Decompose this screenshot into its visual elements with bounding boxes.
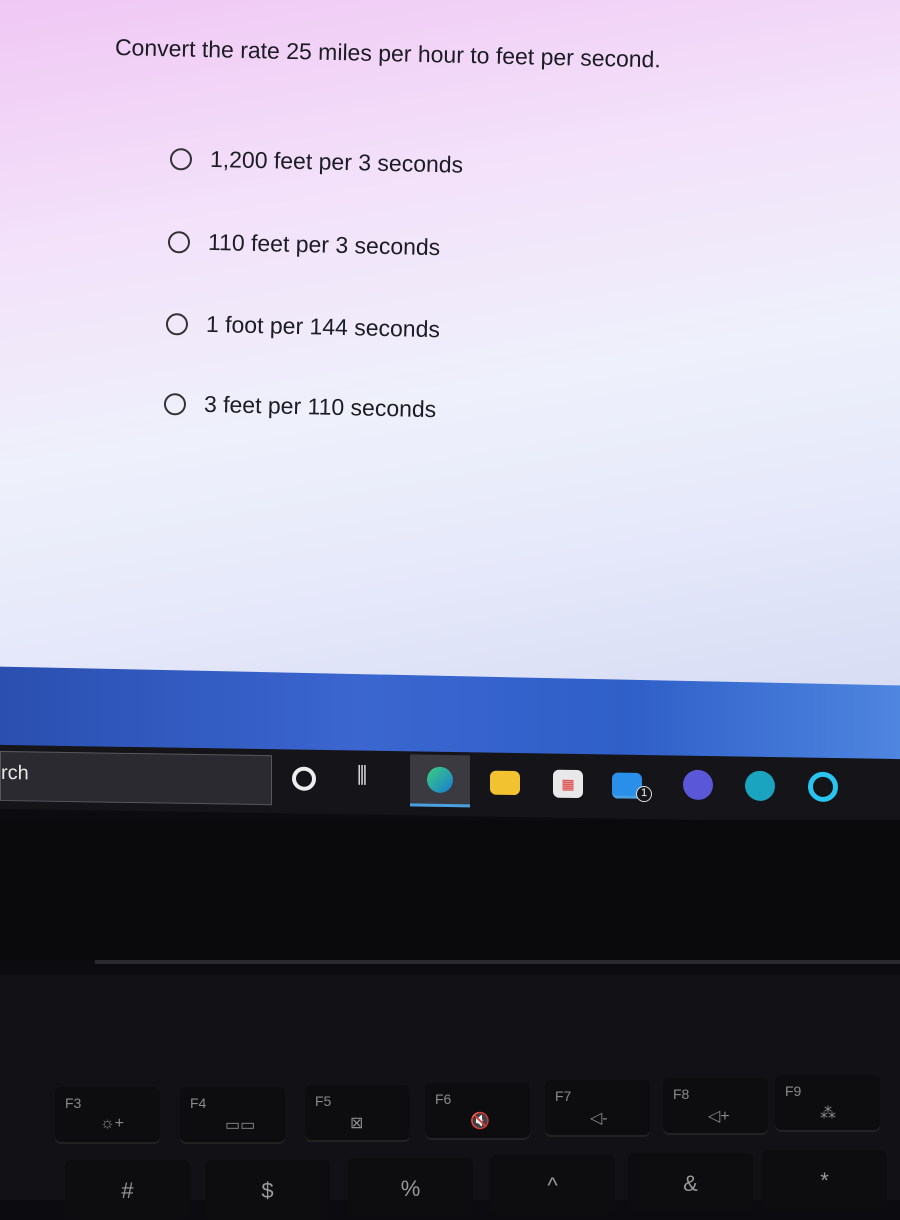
keyboard: F3 ☼+ F4 ▭▭ F5 ⊠ F6 🔇 F7 ◁- F8 ◁+ F9 ⁂ # $ % ^ … [0,975,900,1220]
search-box[interactable]: rch [0,750,272,806]
mail-badge: 1 [636,785,652,803]
laptop-hinge [95,960,900,964]
answer-option-1[interactable]: 1,200 feet per 3 seconds [169,145,464,179]
microsoft-store-icon[interactable]: ▦ [553,769,583,799]
key-f7[interactable]: F7 ◁- [545,1080,650,1135]
answer-option-3[interactable]: 1 foot per 144 seconds [165,310,441,343]
touchpad-off-icon: ⊠ [350,1115,364,1132]
alexa-icon[interactable] [808,771,838,803]
question-text: Convert the rate 25 miles per hour to fe… [114,34,662,73]
option-label: 1,200 feet per 3 seconds [209,145,464,178]
display-switch-icon: ▭▭ [225,1117,256,1134]
key-ampersand[interactable]: & [628,1153,753,1213]
volume-up-icon: ◁+ [708,1108,730,1125]
option-label: 3 feet per 110 seconds [203,390,437,423]
radio-button[interactable] [165,312,189,335]
key-percent[interactable]: % [348,1158,473,1218]
key-f6[interactable]: F6 🔇 [425,1083,530,1138]
keyboard-backlight-icon: ⁂ [820,1105,836,1122]
key-caret[interactable]: ^ [490,1155,615,1215]
radio-button[interactable] [167,230,191,253]
key-asterisk[interactable]: * [762,1150,887,1210]
app-purple-icon[interactable] [683,769,713,801]
brightness-up-icon: ☼+ [100,1115,125,1132]
edge-button[interactable] [410,754,470,808]
mute-icon: 🔇 [470,1113,490,1130]
option-label: 1 foot per 144 seconds [205,310,441,343]
key-dollar[interactable]: $ [205,1160,330,1220]
laptop-bezel [0,820,900,960]
radio-button[interactable] [163,392,187,415]
volume-down-icon: ◁- [590,1110,608,1127]
answer-option-2[interactable]: 110 feet per 3 seconds [167,228,441,261]
edge-icon [427,766,453,794]
key-f3[interactable]: F3 ☼+ [55,1087,160,1142]
key-f8[interactable]: F8 ◁+ [663,1078,768,1133]
option-label: 110 feet per 3 seconds [207,228,441,261]
taskbar: rch ⫼ ▦ 1 [0,744,900,824]
radio-button[interactable] [169,147,193,170]
file-explorer-icon[interactable] [490,770,520,796]
key-f4[interactable]: F4 ▭▭ [180,1087,285,1142]
browser-page: Convert the rate 25 miles per hour to fe… [0,0,900,700]
key-f9[interactable]: F9 ⁂ [775,1075,880,1130]
key-f5[interactable]: F5 ⊠ [305,1085,410,1140]
search-app-icon[interactable] [745,770,775,802]
task-view-icon[interactable]: ⫼ [357,763,387,793]
cortana-icon[interactable] [292,766,316,791]
key-hash[interactable]: # [65,1160,190,1220]
search-text: rch [1,761,29,785]
answer-option-4[interactable]: 3 feet per 110 seconds [163,390,437,423]
mail-icon[interactable]: 1 [612,772,652,803]
